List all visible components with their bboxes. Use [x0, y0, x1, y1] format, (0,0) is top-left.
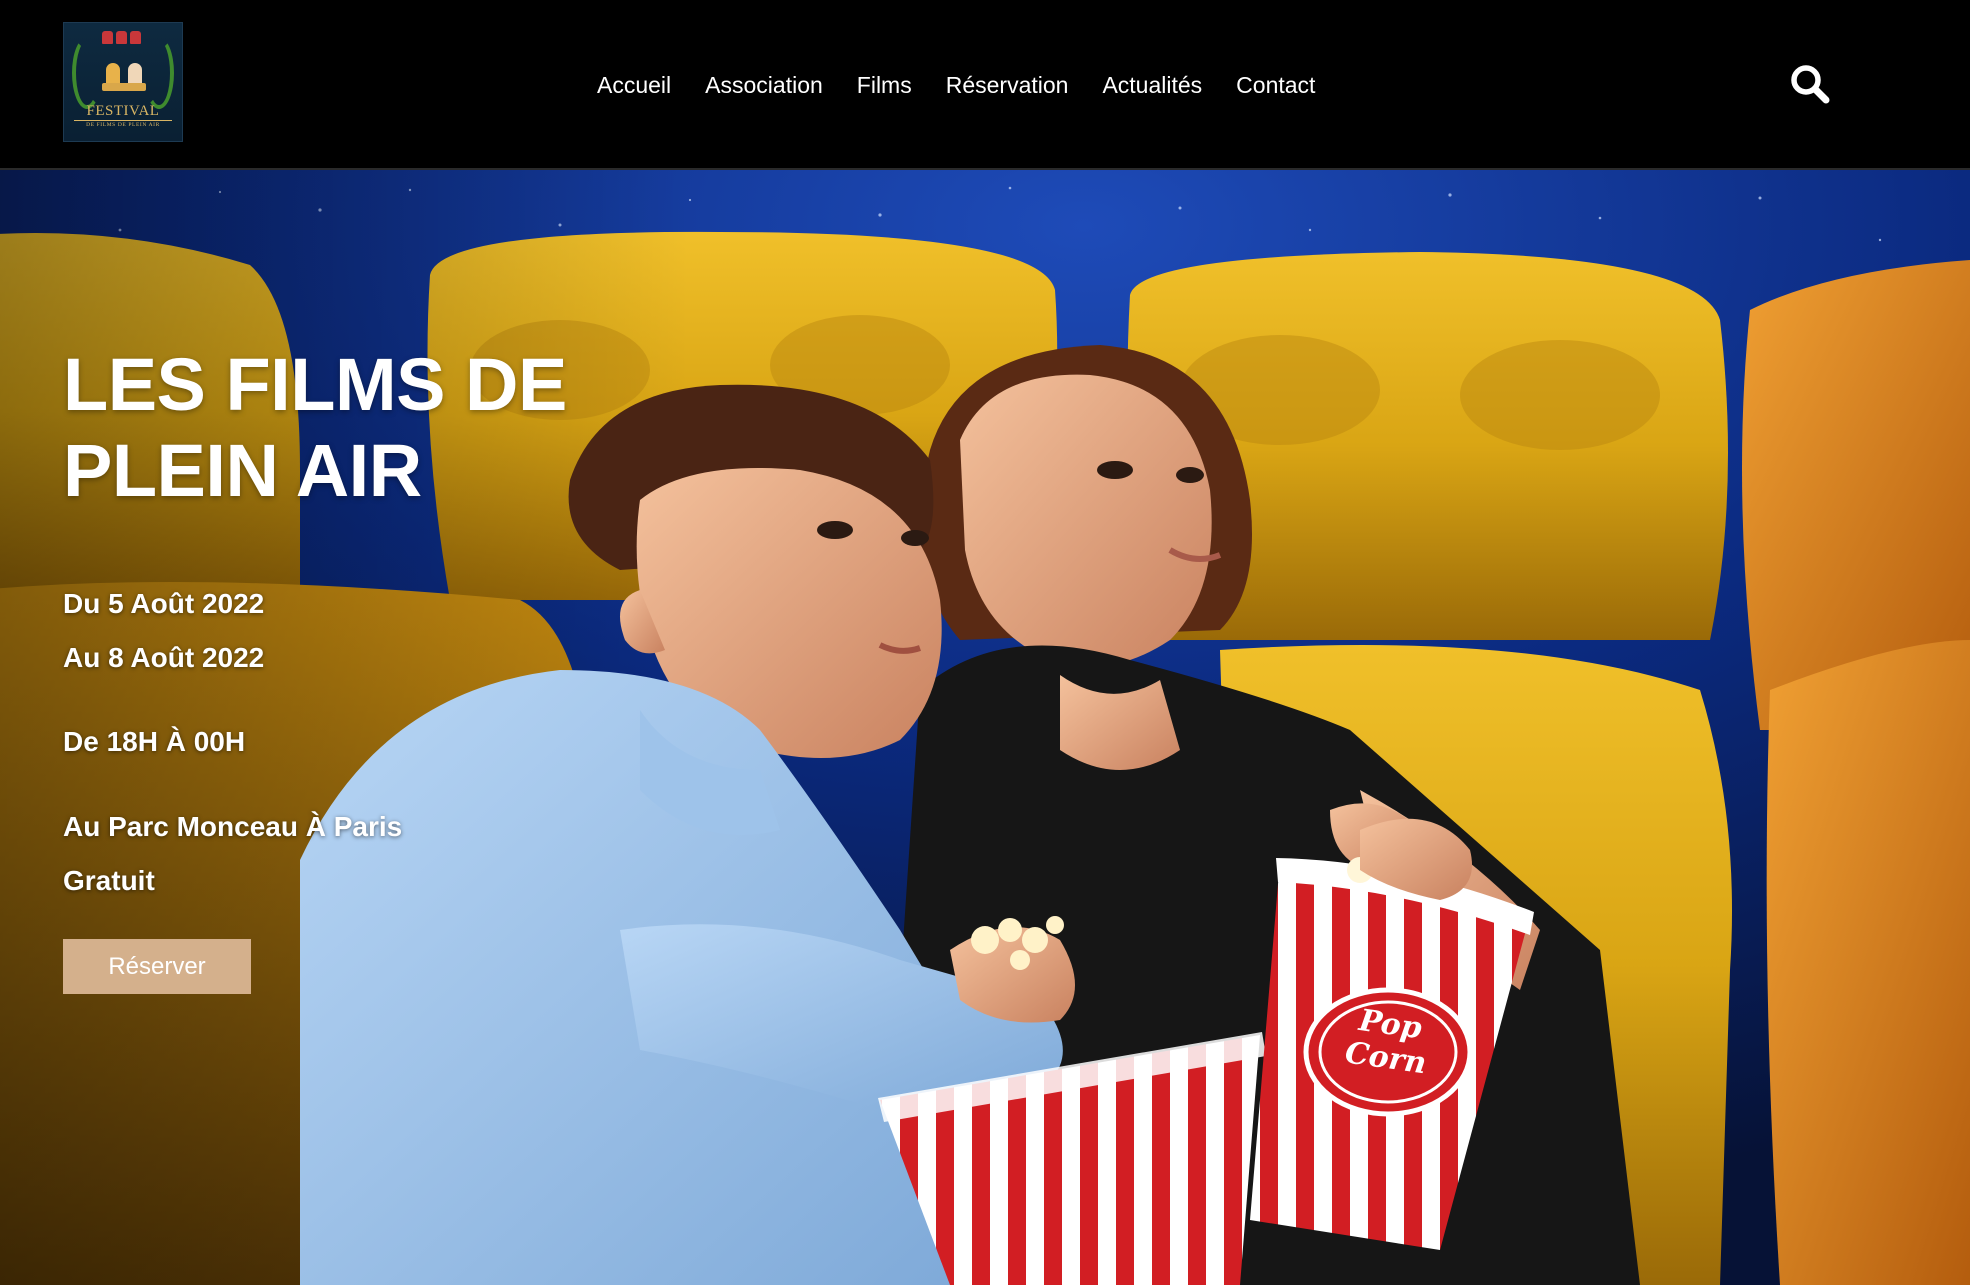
event-hours: De 18H À 00H — [63, 726, 246, 757]
nav-item-association[interactable]: Association — [705, 70, 823, 100]
reserve-button[interactable]: Réserver — [63, 939, 251, 994]
nav-item-contact[interactable]: Contact — [1236, 70, 1315, 100]
logo-subtitle: DE FILMS DE PLEIN AIR — [86, 122, 160, 128]
page: FESTIVAL DE FILMS DE PLEIN AIR Accueil A… — [0, 0, 1970, 1285]
search-button[interactable] — [1788, 62, 1832, 106]
hero-title-line2: PLEIN AIR — [63, 429, 422, 512]
nav-item-reservation[interactable]: Réservation — [946, 70, 1069, 100]
nav-item-films[interactable]: Films — [857, 70, 912, 100]
nav-item-actualites[interactable]: Actualités — [1102, 70, 1202, 100]
hero-title: LES FILMS DE PLEIN AIR — [63, 342, 567, 514]
event-end-date: Au 8 Août 2022 — [63, 642, 265, 673]
festival-logo[interactable]: FESTIVAL DE FILMS DE PLEIN AIR — [63, 22, 183, 142]
hero-title-line1: LES FILMS DE — [63, 343, 567, 426]
event-price: Gratuit — [63, 865, 155, 896]
laurel-right-icon — [144, 37, 174, 109]
laurel-left-icon — [72, 37, 102, 109]
nav-item-accueil[interactable]: Accueil — [597, 70, 671, 100]
hero-image — [0, 170, 1970, 1285]
search-icon — [1791, 65, 1830, 104]
hero-banner: Pop Corn LES FILMS DE PLEIN AIR Du 5 Aoû… — [0, 170, 1970, 1285]
event-start-date: Du 5 Août 2022 — [63, 588, 265, 619]
logo-divider — [74, 120, 172, 121]
cinema-seats-icon — [102, 31, 141, 44]
couple-icon — [102, 51, 146, 91]
logo-title: FESTIVAL — [86, 103, 160, 119]
event-location: Au Parc Monceau À Paris — [63, 811, 403, 842]
main-nav: Accueil Association Films Réservation Ac… — [597, 70, 1315, 100]
site-header: FESTIVAL DE FILMS DE PLEIN AIR Accueil A… — [0, 0, 1970, 170]
